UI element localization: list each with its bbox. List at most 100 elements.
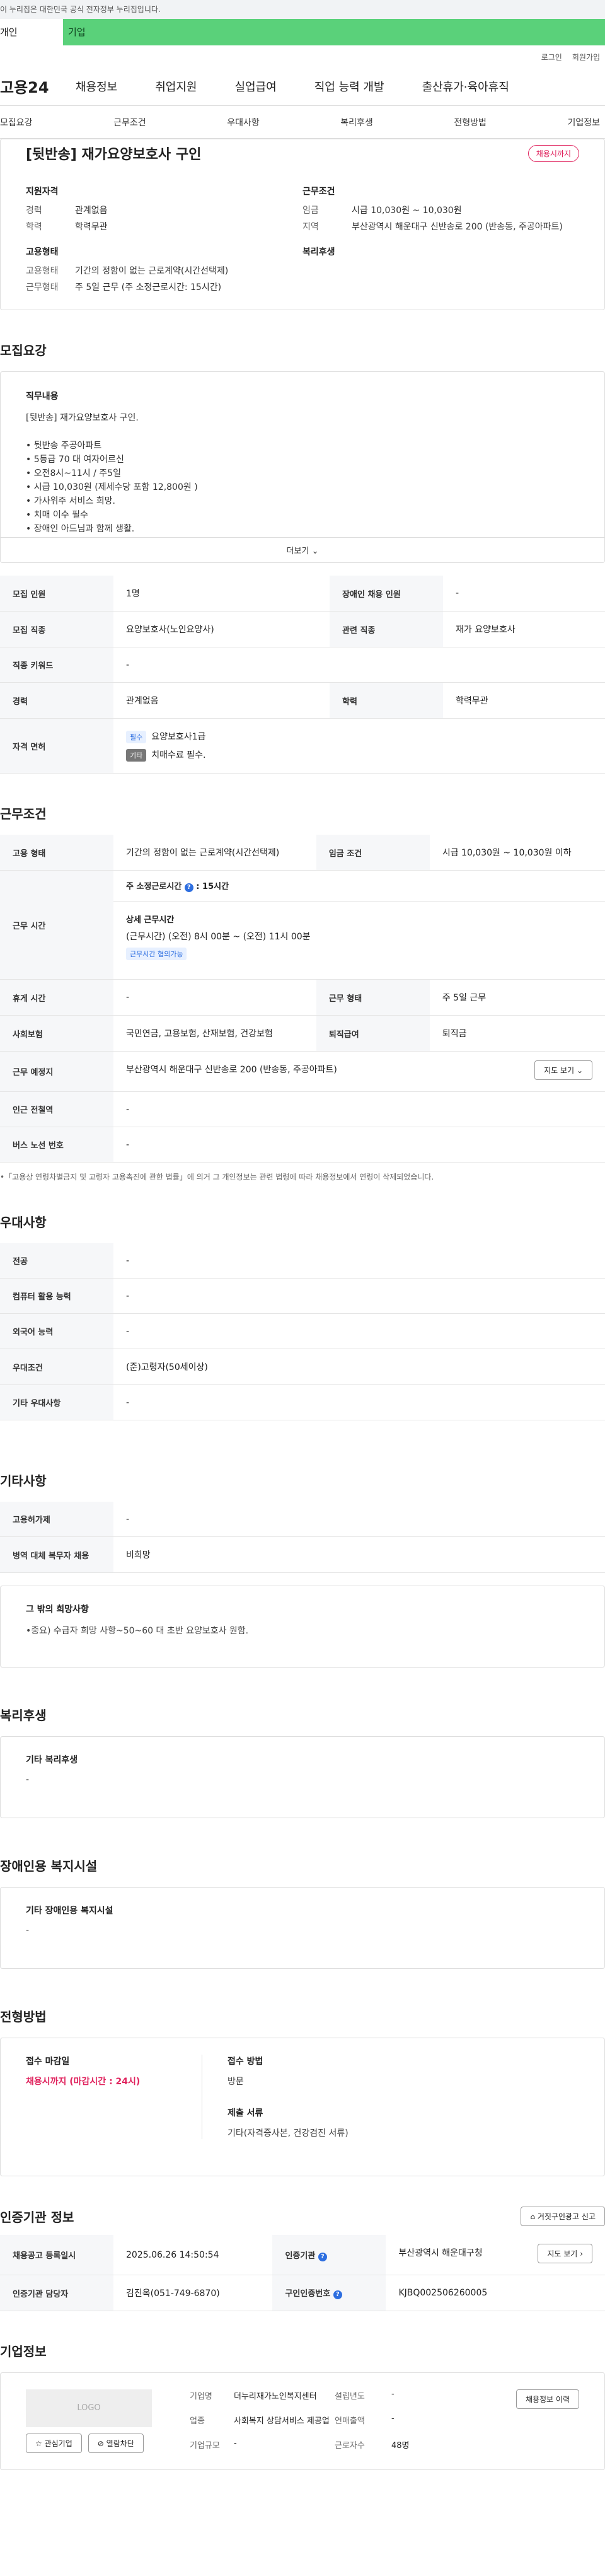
gnb-item-training[interactable]: 직업 능력 개발 (314, 78, 384, 95)
other-permit-value: - (113, 1502, 605, 1537)
job-title: [뒷반송] 재가요양보호사 구인 (26, 147, 202, 163)
other-extra-value: •중요) 수급자 희망 사항~50~60 대 초반 요양보호사 원함. (26, 1626, 249, 1636)
pref-condition-label: 우대조건 (0, 1349, 113, 1385)
login-link[interactable]: 로그인 (541, 52, 562, 67)
desc-line: • 가사위주 서비스 희망. (26, 496, 115, 506)
work-label: 근무형태 (26, 282, 59, 293)
form-label: 근무 형태 (316, 979, 430, 1016)
gnb-item-unemployment[interactable]: 실업급여 (235, 78, 277, 95)
report-button[interactable]: ⌂ 거짓구인광고 신고 (521, 2207, 605, 2226)
insurance-value: 국민연금, 고용보험, 산재보험, 건강보험 (113, 1015, 316, 1052)
job-value: 요양보호사(노인요양사) (113, 611, 330, 647)
more-button[interactable]: 더보기 ⌄ (1, 537, 604, 562)
subnav-conditions[interactable]: 근무조건 (113, 116, 146, 129)
global-nav: 고용24 채용정보 취업지원 실업급여 직업 능력 개발 출산휴가·육아휴직 (0, 67, 605, 106)
pref-language-value: - (113, 1313, 605, 1349)
tab-person[interactable]: 개인 (0, 19, 63, 45)
recruit-section-title: 모집요강 (0, 343, 47, 358)
tab-company[interactable]: 기업 (63, 19, 605, 45)
join-link[interactable]: 회원가입 (572, 52, 600, 67)
house-icon: ⌂ (530, 2212, 536, 2221)
bus-value: - (113, 1127, 605, 1163)
info-icon[interactable]: ? (333, 2290, 342, 2299)
industry-label: 업종 (190, 2416, 205, 2426)
sales-value: - (391, 2414, 395, 2423)
license-2: 치매수료 필수. (151, 750, 206, 760)
reg-value: 2025.06.26 14:50:54 (113, 2235, 273, 2275)
chevron-right-icon: › (580, 2249, 583, 2258)
subnav-recruit[interactable]: 모집요강 (0, 116, 33, 129)
welfare-card: 기타 복리후생 - (0, 1736, 605, 1818)
facility-section-title: 장애인용 복지시설 (0, 1859, 98, 1874)
license-tag-other: 기타 (126, 749, 147, 762)
founded-value: - (391, 2389, 395, 2399)
desc-line: • 치매 이수 필수 (26, 510, 88, 520)
keyword-label: 직종 키워드 (0, 647, 113, 683)
industry-value: 사회복지 상담서비스 제공업 (234, 2416, 330, 2426)
insurance-label: 사회보험 (0, 1015, 113, 1052)
facility-card-title: 기타 장애인용 복지시설 (26, 1906, 113, 1916)
desc-line: • 오전8시~11시 / 주5일 (26, 468, 121, 479)
org-label: 인증기관 ? (272, 2235, 386, 2275)
cert-table: 채용공고 등록일시 2025.06.26 14:50:54 인증기관 ? 부산광… (0, 2235, 605, 2311)
age-note: •「고용상 연령차별금지 및 고령자 고용촉진에 관한 법률」에 의거 그 개인… (0, 1173, 434, 1181)
block-icon: ⊘ (97, 2439, 104, 2448)
count-label: 모집 인원 (0, 576, 113, 612)
career-label: 경력 (26, 206, 42, 216)
wage-label: 임금 (302, 206, 319, 216)
site-logo[interactable]: 고용24 (0, 75, 76, 97)
station-label: 인근 전철역 (0, 1091, 113, 1127)
block-button[interactable]: ⊘ 열람차단 (88, 2434, 144, 2453)
desc-line: • 장애인 아드님과 함께 생활. (26, 524, 135, 534)
chevron-down-icon: ⌄ (311, 547, 319, 556)
other-military-label: 병역 대체 복무자 채용 (0, 1536, 113, 1573)
time-label: 근무 시간 (0, 870, 113, 980)
form-value: 주 5일 근무 (429, 979, 605, 1016)
gnb-item-jobs[interactable]: 채용정보 (76, 78, 117, 95)
related-label: 관련 직종 (330, 611, 444, 647)
career-row-label: 경력 (0, 682, 113, 719)
cert-map-button[interactable]: 지도 보기 › (538, 2244, 592, 2263)
info-icon[interactable]: ? (318, 2252, 327, 2261)
info-icon[interactable]: ? (184, 883, 193, 892)
other-section-title: 기타사항 (0, 1473, 47, 1488)
company-name: 더누리재가노인복지센터 (234, 2392, 317, 2401)
history-button[interactable]: 채용정보 이력 (516, 2389, 579, 2409)
preference-table: 전공 - 컴퓨터 활용 능력 - 외국어 능력 - 우대조건 (준)고령자(50세이상)… (0, 1243, 605, 1420)
subnav-company[interactable]: 기업정보 (567, 116, 600, 129)
util-menu: 로그인 회원가입 (0, 45, 605, 67)
facility-card: 기타 장애인용 복지시설 - (0, 1887, 605, 1969)
pref-condition-value: (준)고령자(50세이상) (113, 1349, 605, 1385)
docs-title: 제출 서류 (228, 2108, 263, 2118)
station-value: - (113, 1091, 605, 1127)
welfare-section-title: 복리후생 (0, 1708, 47, 1723)
job-desc-card: 직무내용 [뒷반송] 재가요양보호사 구인. • 뒷반송 주공아파트 • 5등급… (0, 371, 605, 563)
cond-wage-value: 시급 10,030원 ~ 10,030원 이하 (429, 835, 605, 871)
method-title: 접수 방법 (228, 2057, 263, 2067)
license-label: 자격 면허 (0, 718, 113, 774)
desc-title: 직무내용 (26, 392, 59, 402)
license-value: 필수 요양보호사1급 기타 치매수료 필수. (113, 718, 605, 774)
gnb-item-leave[interactable]: 출산휴가·육아휴직 (422, 78, 509, 95)
gnb-item-employment[interactable]: 취업지원 (155, 78, 197, 95)
map-button[interactable]: 지도 보기 ⌄ (534, 1060, 592, 1080)
count-value: 1명 (113, 576, 330, 612)
cert-section-title: 인증기관 정보 (0, 2210, 74, 2225)
manager-label: 인증기관 담당자 (0, 2275, 113, 2311)
subnav-welfare[interactable]: 복리후생 (340, 116, 373, 129)
other-extra-title: 그 밖의 희망사항 (26, 1604, 89, 1615)
cond-wage-label: 임금 조건 (316, 835, 430, 871)
other-military-value: 비희망 (113, 1536, 605, 1573)
other-permit-label: 고용허가제 (0, 1502, 113, 1537)
favorite-button[interactable]: ☆ 관심기업 (26, 2434, 82, 2453)
subnav-preference[interactable]: 우대사항 (227, 116, 260, 129)
place-label: 근무 예정지 (0, 1051, 113, 1092)
selection-card: 접수 마감일 채용시까지 (마감시간 : 24시) 접수 방법 방문 제출 서류… (0, 2038, 605, 2176)
welfare-card-title: 기타 복리후생 (26, 1755, 78, 1765)
desc-line: • 뒷반송 주공아파트 (26, 441, 102, 451)
work-value: 주 5일 근무 (주 소정근로시간: 15시간) (75, 282, 222, 293)
subnav-selection[interactable]: 전형방법 (454, 116, 487, 129)
pref-major-value: - (113, 1243, 605, 1279)
num-label: 구인인증번호 ? (272, 2275, 386, 2311)
cond-emp-value: 기간의 정함이 없는 근로계약(시간선택제) (113, 835, 316, 871)
